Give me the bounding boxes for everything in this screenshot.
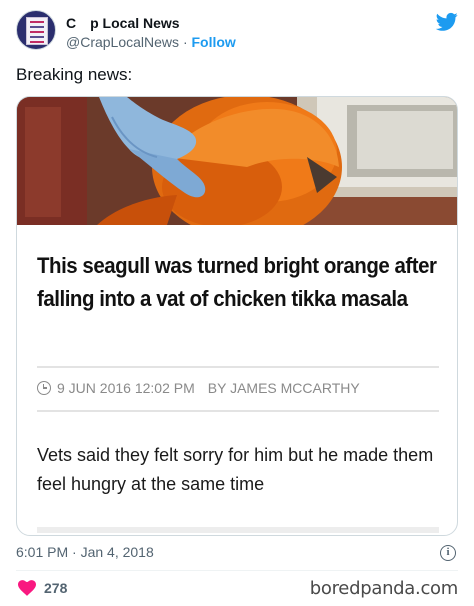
tweet-timestamp[interactable]: 6:01 PM · Jan 4, 2018 xyxy=(16,544,154,560)
article-author: BY JAMES MCCARTHY xyxy=(207,380,360,396)
divider xyxy=(37,527,439,533)
article-date: 9 JUN 2016 12:02 PM xyxy=(57,380,195,396)
separator: · xyxy=(182,34,188,50)
handle-row: @CrapLocalNews · Follow xyxy=(66,34,236,50)
tweet-header: C p Local News @CrapLocalNews · Follow xyxy=(16,10,458,54)
article-headline: This seagull was turned bright orange af… xyxy=(37,253,437,311)
article-standfirst: Vets said they felt sorry for him but he… xyxy=(37,445,434,494)
heart-icon[interactable] xyxy=(18,580,36,596)
seagull-photo xyxy=(17,97,457,225)
article-screenshot-card[interactable]: This seagull was turned bright orange af… xyxy=(16,96,458,536)
divider xyxy=(37,366,439,368)
follow-button[interactable]: Follow xyxy=(192,34,236,50)
footer-divider xyxy=(16,570,458,571)
tweet-text: Breaking news: xyxy=(16,65,133,84)
display-name[interactable]: C p Local News xyxy=(66,15,180,31)
info-icon[interactable]: i xyxy=(440,545,456,561)
article-meta: 9 JUN 2016 12:02 PM BY JAMES MCCARTHY xyxy=(37,380,360,396)
handle[interactable]: @CrapLocalNews xyxy=(66,34,179,50)
clock-icon xyxy=(37,381,51,395)
avatar[interactable] xyxy=(16,10,56,50)
like-count: 278 xyxy=(44,580,68,596)
watermark: boredpanda.com xyxy=(309,578,459,599)
divider xyxy=(37,410,439,412)
twitter-bird-icon[interactable] xyxy=(436,12,458,32)
